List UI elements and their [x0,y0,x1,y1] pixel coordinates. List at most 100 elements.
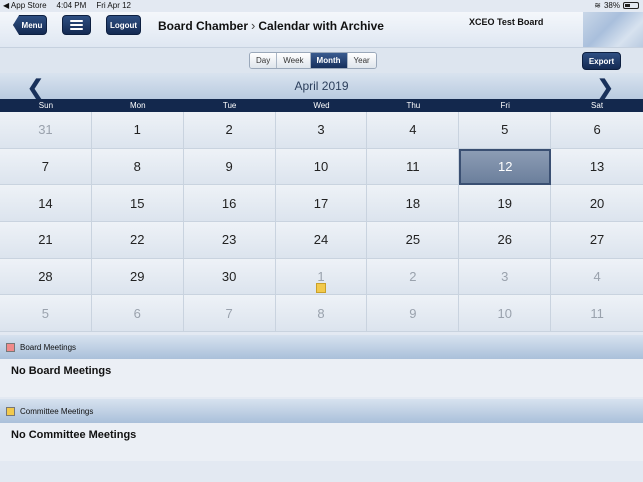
calendar-day[interactable]: 2 [367,258,460,296]
board-meetings-list: No Board Meetings [0,359,643,397]
committee-meetings-empty: No Committee Meetings [11,429,137,441]
day-number: 4 [409,122,417,138]
calendar-day[interactable]: 3 [459,258,552,296]
day-number: 10 [313,158,329,174]
board-name: XCEO Test Board [469,17,544,27]
day-number: 18 [405,195,421,211]
month-navigation: ❮ April 2019 ❯ [0,73,643,99]
calendar-day[interactable]: 22 [91,222,184,259]
calendar-day[interactable]: 5 [459,112,552,149]
view-switcher: Day Week Month Year [249,52,377,69]
day-number: 22 [130,232,145,248]
battery-icon [623,2,639,9]
board-meetings-title: Board Meetings [20,342,77,352]
calendar-day[interactable]: 6 [91,295,184,332]
calendar-day[interactable]: 18 [367,185,460,222]
day-number: 9 [225,158,233,174]
day-number: 29 [130,268,145,284]
calendar-day[interactable]: 24 [275,222,368,259]
calendar-day[interactable]: 29 [91,258,184,296]
calendar-day[interactable]: 5 [0,295,92,332]
month-title: April 2019 [294,79,349,93]
calendar-day[interactable]: 8 [91,148,184,186]
calendar-day[interactable]: 25 [367,222,460,259]
weekday-label: Thu [406,101,421,110]
calendar-day[interactable]: 17 [275,185,368,222]
export-button[interactable]: Export [582,52,621,70]
calendar-day[interactable]: 6 [551,112,643,149]
committee-meeting-marker[interactable] [315,282,326,293]
day-number: 24 [313,232,329,248]
calendar-day[interactable]: 1 [91,112,184,149]
hamburger-menu-button[interactable] [62,15,91,35]
calendar-day[interactable]: 26 [459,222,552,259]
board-logo [583,12,643,50]
calendar-day[interactable]: 30 [183,258,276,296]
day-number: 2 [225,122,233,138]
board-meetings-empty: No Board Meetings [11,365,112,377]
view-tab-month[interactable]: Month [310,53,348,68]
calendar-day[interactable]: 27 [551,222,643,259]
day-number: 10 [497,305,512,321]
view-tab-year[interactable]: Year [347,53,376,68]
calendar-day[interactable]: 8 [275,295,368,332]
calendar-day-today[interactable]: 12 [459,148,552,186]
calendar-day[interactable]: 13 [551,148,643,186]
day-number: 13 [589,158,605,174]
calendar-day[interactable]: 9 [367,295,460,332]
calendar-day[interactable]: 11 [367,148,460,186]
view-tab-day[interactable]: Day [250,53,278,68]
view-tab-week[interactable]: Week [277,53,311,68]
next-month-icon[interactable]: ❯ [597,75,614,100]
logout-button[interactable]: Logout [106,15,141,35]
calendar-day[interactable]: 7 [0,148,92,186]
calendar-day[interactable]: 1 [275,258,368,296]
back-to-app-store[interactable]: ◀ App Store [3,1,47,10]
calendar-day[interactable]: 14 [0,185,92,222]
day-number: 7 [225,305,233,321]
calendar-day[interactable]: 20 [551,185,643,222]
day-number: 15 [130,195,145,211]
committee-meetings-header: Committee Meetings [0,399,643,423]
day-number: 1 [133,122,141,138]
day-number: 20 [589,195,605,211]
calendar-grid: 31 1 2 3 4 5 6 7 8 9 10 11 12 13 14 15 16 17 18 19 20 21 22 23 2… [0,112,643,332]
breadcrumb-current: Calendar with Archive [258,18,384,33]
calendar-day[interactable]: 28 [0,258,92,296]
calendar-day[interactable]: 16 [183,185,276,222]
calendar-day[interactable]: 10 [275,148,368,186]
menu-button[interactable]: Menu [13,15,47,35]
toolbar: Day Week Month Year Export [0,47,643,73]
calendar-day[interactable]: 4 [551,258,643,296]
weekday-label: Fri [500,101,510,110]
day-number: 8 [133,158,141,174]
day-number: 6 [593,122,601,138]
weekday-label: Tue [222,101,237,110]
calendar-day[interactable]: 19 [459,185,552,222]
calendar-day[interactable]: 23 [183,222,276,259]
calendar-day[interactable]: 15 [91,185,184,222]
day-number: 16 [221,195,237,211]
calendar-day[interactable]: 7 [183,295,276,332]
weekday-label: Sun [38,101,54,110]
weekday-label: Wed [313,101,330,110]
calendar-day[interactable]: 3 [275,112,368,149]
day-number: 30 [221,268,237,284]
previous-month-icon[interactable]: ❮ [27,75,44,100]
day-number: 11 [590,305,604,321]
calendar-day[interactable]: 9 [183,148,276,186]
breadcrumb-parent[interactable]: Board Chamber [158,19,248,33]
day-number: 25 [405,232,421,248]
calendar-day[interactable]: 10 [459,295,552,332]
day-number: 14 [38,195,53,211]
calendar-day[interactable]: 2 [183,112,276,149]
calendar-day[interactable]: 11 [551,295,643,332]
board-meetings-color-swatch [6,342,15,352]
calendar-day[interactable]: 4 [367,112,460,149]
wifi-icon: ≋ [594,1,601,10]
calendar-day[interactable]: 31 [0,112,92,149]
day-number: 19 [497,195,512,211]
committee-meetings-color-swatch [6,406,15,416]
calendar-day[interactable]: 21 [0,222,92,259]
status-bar: ◀ App Store 4:04 PM Fri Apr 12 ≋ 38% [0,0,643,12]
